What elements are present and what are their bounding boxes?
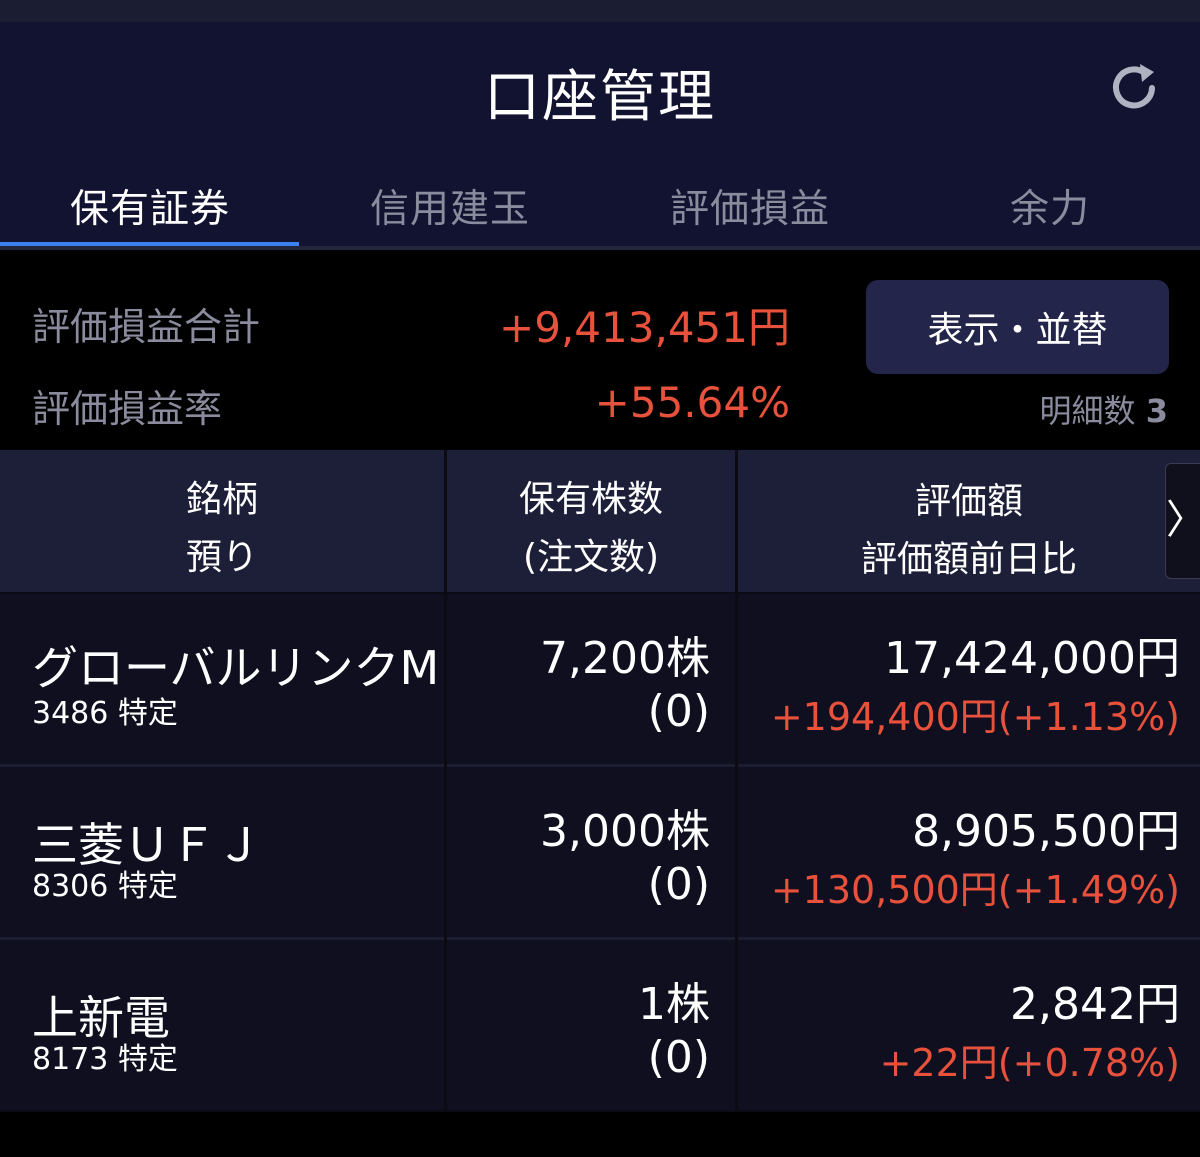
display-sort-button[interactable]: 表示・並替 <box>866 280 1169 374</box>
col-header-shares-line1: 保有株数 <box>518 479 663 520</box>
item-count-label: 明細数 <box>1039 392 1136 430</box>
table-row[interactable]: 三菱ＵＦＪ 8306 特定 3,000株 (0) 8,905,500円 +130… <box>0 767 1200 937</box>
item-count-value: 3 <box>1145 392 1168 430</box>
item-count: 明細数 3 <box>1040 386 1168 432</box>
refresh-icon[interactable] <box>1104 58 1164 118</box>
tab-buying-power[interactable]: 余力 <box>900 178 1200 234</box>
shares-held: 1株 <box>638 979 710 1030</box>
page-title: 口座管理 <box>484 65 716 130</box>
col-header-value-line2: 評価額前日比 <box>860 539 1077 580</box>
total-pl-label: 評価損益合計 <box>32 305 261 349</box>
column-divider <box>444 594 447 1110</box>
shares-held: 3,000株 <box>540 806 710 857</box>
col-header-value[interactable]: 評価額 評価額前日比 <box>738 450 1200 592</box>
tab-unrealized-pl[interactable]: 評価損益 <box>600 178 900 234</box>
day-change: +22円(+0.78%) <box>879 1041 1180 1085</box>
next-columns-chevron-icon[interactable]: 〉 <box>1165 463 1200 579</box>
tab-bar: 保有証券 信用建玉 評価損益 余力 <box>0 160 1200 250</box>
order-count: (0) <box>647 686 710 737</box>
col-header-value-line1: 評価額 <box>914 481 1023 522</box>
column-divider <box>735 594 738 1110</box>
day-change: +130,500円(+1.49%) <box>770 868 1180 912</box>
order-count: (0) <box>647 859 710 910</box>
stock-code: 8173 特定 <box>32 1042 178 1077</box>
col-header-shares[interactable]: 保有株数 (注文数) <box>447 450 735 592</box>
stock-code: 3486 特定 <box>32 696 178 731</box>
stock-code: 8306 特定 <box>32 869 178 904</box>
col-header-name-line2: 預り <box>185 537 258 578</box>
tab-holdings[interactable]: 保有証券 <box>0 178 300 234</box>
pl-rate-label: 評価損益率 <box>32 387 223 431</box>
order-count: (0) <box>647 1032 710 1083</box>
col-header-shares-line2: (注文数) <box>522 537 660 578</box>
valuation: 17,424,000円 <box>884 633 1180 684</box>
col-header-name[interactable]: 銘柄 預り <box>0 450 444 592</box>
tab-margin-positions[interactable]: 信用建玉 <box>300 178 600 234</box>
valuation: 2,842円 <box>1010 979 1180 1030</box>
summary-panel: 評価損益合計 +9,413,451円 評価損益率 +55.64% 表示・並替 明… <box>0 250 1200 450</box>
table-row[interactable]: グローバルリンクM 3486 特定 7,200株 (0) 17,424,000円… <box>0 594 1200 764</box>
shares-held: 7,200株 <box>540 633 710 684</box>
status-strip <box>0 0 1200 22</box>
footer-area <box>0 1112 1200 1157</box>
total-pl-value: +9,413,451円 <box>499 303 790 352</box>
day-change: +194,400円(+1.13%) <box>770 695 1180 739</box>
col-header-name-line1: 銘柄 <box>185 479 258 520</box>
valuation: 8,905,500円 <box>912 806 1180 857</box>
pl-rate-value: +55.64% <box>594 378 790 427</box>
table-row[interactable]: 上新電 8173 特定 1株 (0) 2,842円 +22円(+0.78%) <box>0 940 1200 1110</box>
table-header: 銘柄 預り 保有株数 (注文数) 評価額 評価額前日比 <box>0 450 1200 592</box>
